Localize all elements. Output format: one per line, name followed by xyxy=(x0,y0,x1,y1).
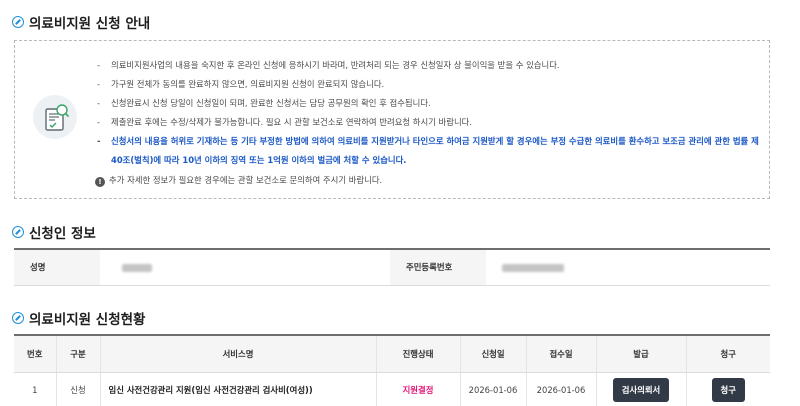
name-value xyxy=(100,249,390,286)
status-section-title: 의료비지원 신청현황 xyxy=(12,308,145,328)
rrn-label: 주민등록번호 xyxy=(390,249,486,286)
row-service: 임신 사전건강관리 지원(임신 사전건강관리 검사비(여성)) xyxy=(99,372,376,406)
guide-list: 의료비지원사업의 내용을 숙지한 후 온라인 신청에 응하시기 바라며, 반려처… xyxy=(95,56,763,190)
guide-note-text: 추가 자세한 정보가 필요한 경우에는 관할 보건소로 문의하여 주시기 바랍니… xyxy=(109,175,383,185)
row-type: 신청 xyxy=(55,372,100,406)
guide-box: 의료비지원사업의 내용을 숙지한 후 온라인 신청에 응하시기 바라며, 반려처… xyxy=(14,40,770,199)
status-header-row: 번호 구분 서비스명 진행상태 신청일 접수일 발급 청구 xyxy=(14,335,770,373)
applicant-title-text: 신청인 정보 xyxy=(29,226,96,242)
col-state: 진행상태 xyxy=(375,335,460,373)
name-label: 성명 xyxy=(14,249,100,286)
document-search-icon xyxy=(33,95,77,139)
row-applied: 2026-01-06 xyxy=(459,372,526,406)
pen-circle-icon xyxy=(12,226,24,238)
applicant-section-title: 신청인 정보 xyxy=(12,222,96,242)
col-service: 서비스명 xyxy=(99,335,376,373)
applicant-table: 성명 주민등록번호 xyxy=(14,248,770,286)
guide-item: 가구원 전체가 동의를 완료하지 않으면, 의료비지원 신청이 완료되지 않습니… xyxy=(95,75,763,94)
status-title-text: 의료비지원 신청현황 xyxy=(29,312,146,328)
row-claim: 청구 xyxy=(685,372,770,406)
status-table: 번호 구분 서비스명 진행상태 신청일 접수일 발급 청구 1 신청 임신 사전… xyxy=(14,334,770,406)
col-issue: 발급 xyxy=(595,335,686,373)
row-received: 2026-01-06 xyxy=(525,372,596,406)
table-row: 1 신청 임신 사전건강관리 지원(임신 사전건강관리 검사비(여성)) 지원결… xyxy=(14,372,770,406)
row-issue: 검사의뢰서 xyxy=(595,372,686,406)
guide-item: 의료비지원사업의 내용을 숙지한 후 온라인 신청에 응하시기 바라며, 반려처… xyxy=(95,56,763,75)
guide-title-text: 의료비지원 신청 안내 xyxy=(29,16,151,32)
col-no: 번호 xyxy=(14,335,56,373)
col-applied: 신청일 xyxy=(459,335,526,373)
col-type: 구분 xyxy=(55,335,100,373)
rrn-value xyxy=(486,249,770,286)
row-state: 지원결정 xyxy=(375,372,460,406)
row-no: 1 xyxy=(14,372,56,406)
name-redacted xyxy=(122,263,152,272)
guide-note: ! 추가 자세한 정보가 필요한 경우에는 관할 보건소로 문의하여 주시기 바랍… xyxy=(95,171,763,190)
exam-referral-button[interactable]: 검사의뢰서 xyxy=(612,377,670,402)
pen-circle-icon xyxy=(12,16,24,28)
col-claim: 청구 xyxy=(685,335,770,373)
guide-section-title: 의료비지원 신청 안내 xyxy=(12,12,150,32)
claim-button[interactable]: 청구 xyxy=(711,377,745,402)
info-icon: ! xyxy=(95,177,105,187)
guide-item: 제출완료 후에는 수정/삭제가 불가능합니다. 필요 시 관할 보건소로 연락하… xyxy=(95,113,763,132)
guide-item: 신청완료시 신청 당일이 신청일이 되며, 완료한 신청서는 담당 공무원의 확… xyxy=(95,94,763,113)
rrn-redacted xyxy=(502,263,564,272)
guide-warning: 신청서의 내용을 허위로 기재하는 등 기타 부정한 방법에 의하여 의료비를 … xyxy=(95,132,763,170)
col-received: 접수일 xyxy=(525,335,596,373)
pen-circle-icon xyxy=(12,312,24,324)
